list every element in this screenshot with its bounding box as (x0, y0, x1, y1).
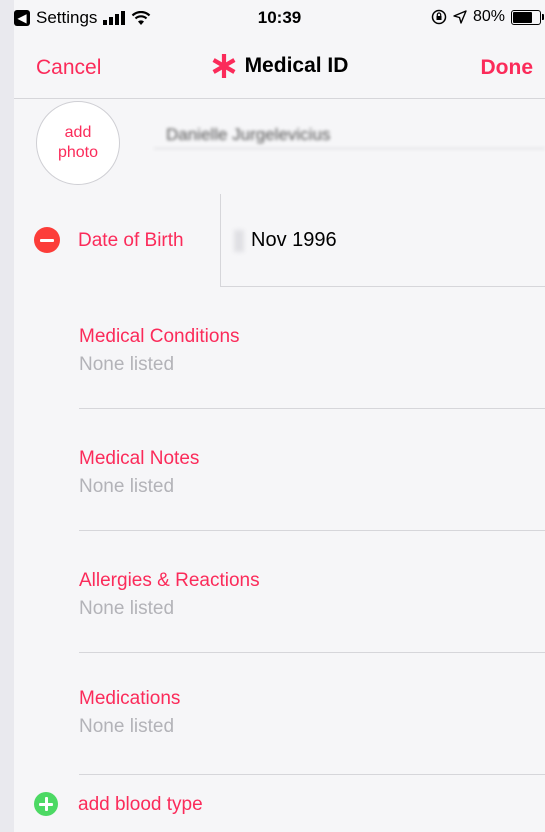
nav-bar: Cancel Medical ID Done (14, 38, 545, 99)
section-medical-notes: Medical Notes (14, 409, 545, 531)
section-allergies: Allergies & Reactions (14, 531, 545, 653)
battery-tip (542, 13, 544, 20)
dob-value[interactable]: Nov 1996 (251, 229, 337, 252)
medical-notes-field[interactable] (79, 474, 519, 500)
medications-field[interactable] (79, 714, 519, 740)
location-icon (453, 10, 467, 24)
add-blood-type-row[interactable]: add blood type (14, 776, 545, 832)
section-title: Medications (79, 688, 181, 709)
asterisk-icon (212, 54, 236, 78)
done-button[interactable]: Done (481, 56, 534, 80)
plus-icon-vertical (44, 797, 48, 811)
nav-title: Medical ID (14, 53, 545, 79)
battery-percent: 80% (472, 8, 505, 25)
section-title: Allergies & Reactions (79, 570, 260, 591)
battery-icon (511, 9, 544, 25)
section-medications: Medications (14, 653, 545, 775)
status-bar: ◀ Settings 10:39 80% (14, 0, 545, 38)
add-blood-type-button[interactable] (34, 792, 58, 816)
section-title: Medical Notes (79, 448, 200, 469)
orientation-lock-icon (431, 9, 447, 25)
medical-conditions-field[interactable] (79, 352, 519, 378)
add-blood-type-label[interactable]: add blood type (78, 794, 203, 816)
allergies-field[interactable] (79, 596, 519, 622)
medical-id-form: add photo Date of Birth Nov 1996 Medical… (14, 99, 545, 832)
dob-divider (220, 194, 221, 287)
page-title: Medical ID (244, 54, 349, 77)
section-medical-conditions: Medical Conditions (14, 287, 545, 409)
profile-row: add photo (14, 99, 545, 194)
battery-fill (513, 11, 532, 23)
divider (79, 774, 545, 775)
date-of-birth-row: Date of Birth Nov 1996 (14, 194, 545, 287)
add-photo-button[interactable]: add photo (36, 101, 120, 185)
add-photo-line2: photo (57, 144, 99, 161)
section-title: Medical Conditions (79, 326, 240, 347)
dob-day-redacted (234, 230, 244, 252)
dob-label: Date of Birth (78, 230, 184, 251)
phone-screen: ◀ Settings 10:39 80% Cancel Medical ID D… (14, 0, 545, 832)
status-right: 80% (431, 8, 544, 26)
minus-icon (40, 238, 54, 242)
name-field[interactable] (154, 121, 545, 149)
add-photo-line1: add (64, 124, 92, 141)
remove-dob-button[interactable] (34, 227, 60, 253)
